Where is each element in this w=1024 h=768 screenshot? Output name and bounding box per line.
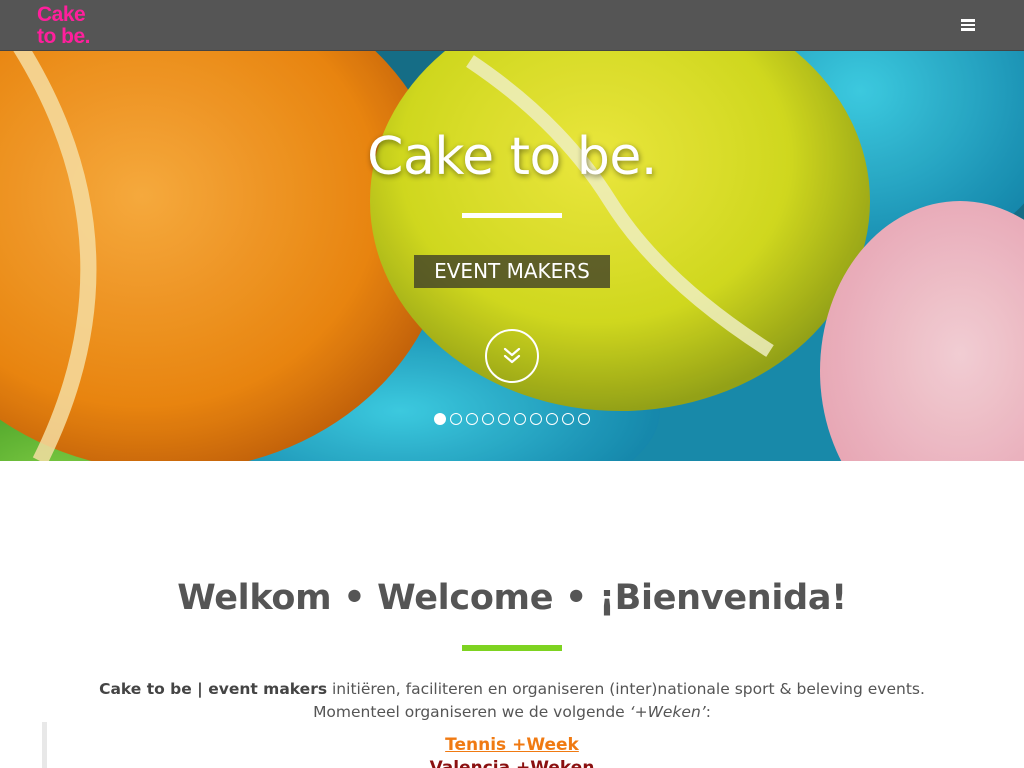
slider-dot-2[interactable] — [450, 413, 462, 425]
intro-emphasis: ‘+Weken’ — [629, 703, 706, 721]
logo-line-1: Cake — [37, 3, 86, 26]
slider-dot-10[interactable] — [578, 413, 590, 425]
hero-tagline-badge: EVENT MAKERS — [414, 255, 610, 288]
slider-dot-4[interactable] — [482, 413, 494, 425]
event-link-tennis-week[interactable]: Tennis +Week — [0, 735, 1024, 755]
intro-line-2: Momenteel organiseren we de volgende — [313, 703, 630, 721]
top-navigation-bar: Cake to be. — [0, 0, 1024, 51]
slider-dot-1[interactable] — [434, 413, 446, 425]
intro-paragraph: Cake to be | event makers initiëren, fac… — [0, 678, 1024, 724]
hero-divider — [462, 213, 562, 218]
welcome-heading: Welkom • Welcome • ¡Bienvenida! — [177, 578, 847, 618]
slider-dot-5[interactable] — [498, 413, 510, 425]
intro-company-name: Cake to be | event makers — [99, 680, 328, 698]
double-chevron-down-icon — [503, 347, 521, 364]
heading-divider — [462, 645, 562, 651]
intro-colon: : — [705, 703, 711, 721]
logo-line-2: to be. — [37, 25, 91, 48]
hero-title: Cake to be. — [367, 127, 657, 187]
scroll-down-button[interactable] — [485, 329, 539, 383]
hamburger-menu-icon[interactable] — [959, 16, 977, 34]
site-logo[interactable]: Cake to be. — [37, 3, 91, 48]
slider-dot-7[interactable] — [530, 413, 542, 425]
hero-slider: Cake to be. EVENT MAKERS — [0, 51, 1024, 461]
slider-dot-3[interactable] — [466, 413, 478, 425]
event-link-valencia-weeks[interactable]: Valencia +Weken — [0, 758, 1024, 768]
slider-dot-8[interactable] — [546, 413, 558, 425]
slider-dot-9[interactable] — [562, 413, 574, 425]
slider-dot-6[interactable] — [514, 413, 526, 425]
intro-text: initiëren, faciliteren en organiseren (i… — [327, 680, 925, 698]
